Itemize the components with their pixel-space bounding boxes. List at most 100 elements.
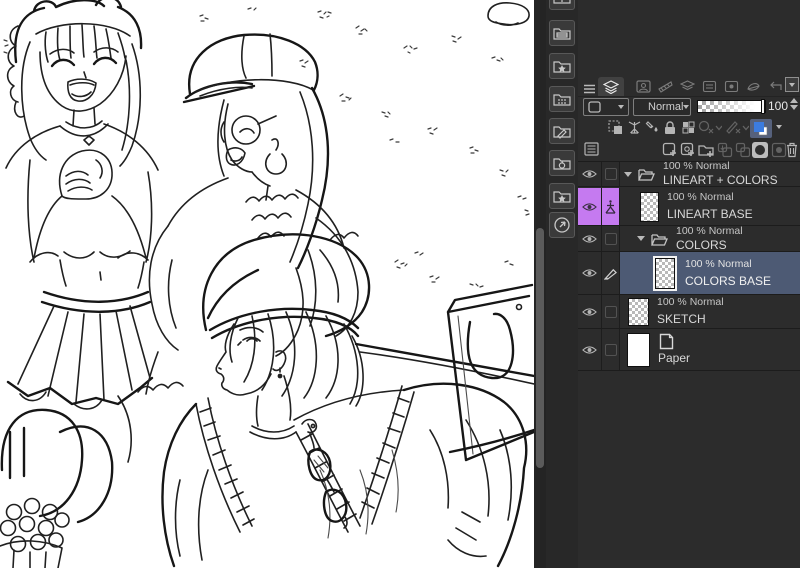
material-folder-button-6[interactable] <box>549 150 575 176</box>
new-folder-button[interactable] <box>698 142 715 158</box>
rock <box>487 2 530 26</box>
layer-row-sketch[interactable]: 100 % Normal SKETCH <box>578 295 800 329</box>
opacity-slider-handle[interactable] <box>761 99 765 114</box>
layer-thumbnail[interactable] <box>628 297 649 326</box>
visibility-toggle[interactable] <box>578 162 602 186</box>
create-layer-mask-button[interactable] <box>752 142 768 158</box>
blend-mode-combo[interactable]: Normal <box>633 98 691 116</box>
material-folder-button-4[interactable] <box>549 86 575 112</box>
new-raster-layer-button[interactable] <box>662 142 678 158</box>
layer-name: SKETCH <box>657 312 706 326</box>
tab-timeline[interactable] <box>678 79 696 94</box>
enable-mask-combo-disabled[interactable] <box>698 120 722 135</box>
swoosh-icon <box>746 83 760 91</box>
layer-row-lineart-colors-folder[interactable]: 100 % Normal LINEART + COLORS <box>578 160 800 187</box>
cake-and-dango <box>0 426 70 568</box>
layer-name: LINEART BASE <box>667 207 753 221</box>
folder-icon <box>651 233 668 246</box>
clip-layer-icon <box>608 120 622 134</box>
return-arrow-icon <box>769 81 782 90</box>
visibility-toggle[interactable] <box>578 226 602 251</box>
opacity-slider[interactable] <box>697 99 766 114</box>
canvas-lineart <box>0 0 534 568</box>
spinner-up-icon <box>790 98 798 103</box>
opacity-spinner[interactable] <box>790 98 798 110</box>
folder-star-icon <box>553 191 571 203</box>
palette-list-button[interactable] <box>584 142 599 156</box>
delete-layer-button[interactable] <box>785 141 799 158</box>
empty-mark-icon <box>604 305 617 318</box>
new-layer-gear-icon <box>680 142 694 156</box>
layer-color-selector[interactable] <box>750 119 772 138</box>
pinwheel-pen-icon <box>628 121 641 134</box>
layer-color-square-icon <box>588 101 601 113</box>
folder-expand-chevron[interactable] <box>624 171 632 177</box>
layer-row-colors-base[interactable]: 100 % Normal COLORS BASE <box>578 252 800 295</box>
lock-layer-button[interactable] <box>663 120 677 135</box>
material-folder-button-7[interactable] <box>549 183 575 209</box>
layer-mask-icon <box>755 145 765 155</box>
layer-row-lineart-base[interactable]: 100 % Normal LINEART BASE <box>578 188 800 226</box>
scrollbar-thumb[interactable] <box>536 228 544 468</box>
material-folder-button-3[interactable] <box>549 53 575 79</box>
layer-mark-cell[interactable] <box>602 162 620 186</box>
visibility-toggle[interactable] <box>578 252 602 294</box>
lock-transparent-pixels-button[interactable] <box>681 120 696 135</box>
canvas-vertical-scrollbar[interactable] <box>534 0 546 568</box>
sub-view-button[interactable] <box>549 212 575 238</box>
layer-row-colors-folder[interactable]: 100 % Normal COLORS <box>578 225 800 252</box>
layer-color-swatch-icon <box>754 122 768 136</box>
material-folder-button-2[interactable] <box>549 20 575 46</box>
layer-thumbnail[interactable] <box>640 191 659 222</box>
paper-thumbnail[interactable] <box>627 332 650 367</box>
visibility-toggle[interactable] <box>578 295 602 328</box>
new-layer-settings-button[interactable] <box>680 142 696 158</box>
empty-mark-icon <box>604 168 617 180</box>
palette-overflow-button[interactable] <box>785 77 799 92</box>
drawing-canvas[interactable] <box>0 0 534 568</box>
paper-icon <box>659 333 674 350</box>
chevron-down-icon <box>618 105 624 109</box>
tab-layers[interactable] <box>598 77 624 96</box>
badge-dot-icon <box>724 80 738 93</box>
material-folder-button-5[interactable] <box>549 118 575 144</box>
mask-x-chevron-icon <box>698 120 722 134</box>
layer-mark-cell[interactable] <box>602 188 620 225</box>
layer-thumbnail[interactable] <box>655 257 675 289</box>
folder-expand-chevron[interactable] <box>637 236 645 241</box>
portrait-frame-icon <box>635 80 651 93</box>
material-palette-strip <box>546 0 578 568</box>
empty-mark-icon <box>604 232 617 245</box>
layer-color-chevron[interactable] <box>776 125 782 129</box>
draft-layer-button[interactable] <box>627 120 642 135</box>
tab-layer-property[interactable] <box>634 79 652 94</box>
eye-icon <box>582 307 597 316</box>
palette-tab-bar <box>578 77 800 97</box>
eye-icon <box>582 234 597 243</box>
layer-row-paper[interactable]: Paper <box>578 329 800 371</box>
empty-mark-icon <box>604 343 617 356</box>
visibility-toggle[interactable] <box>578 188 602 225</box>
layer-name: COLORS BASE <box>685 273 772 288</box>
layer-info: 100 % Normal <box>657 296 724 308</box>
tab-swoosh[interactable] <box>744 79 762 94</box>
layer-mark-cell[interactable] <box>602 329 620 370</box>
opacity-value: 100 <box>768 99 789 113</box>
tab-history[interactable] <box>766 79 784 94</box>
layer-mark-cell[interactable] <box>602 295 620 328</box>
layer-name: Paper <box>658 351 691 365</box>
transfer-to-lower-button[interactable] <box>717 142 733 158</box>
clip-to-layer-below-button[interactable] <box>608 120 623 135</box>
merge-to-lower-button[interactable] <box>735 142 751 158</box>
layer-mark-cell[interactable] <box>602 226 620 251</box>
tab-badge[interactable] <box>722 79 740 94</box>
lock-pen-button[interactable] <box>645 120 660 135</box>
tab-animation-cels[interactable] <box>656 79 674 94</box>
layer-palette-color-combo[interactable] <box>583 98 629 116</box>
material-folder-button-1[interactable] <box>549 0 575 10</box>
layer-mark-cell[interactable] <box>602 252 620 294</box>
ruler-combo-disabled[interactable] <box>725 120 749 135</box>
tab-layer-search[interactable] <box>700 79 718 94</box>
new-layer-icon <box>662 142 676 156</box>
visibility-toggle[interactable] <box>578 329 602 370</box>
